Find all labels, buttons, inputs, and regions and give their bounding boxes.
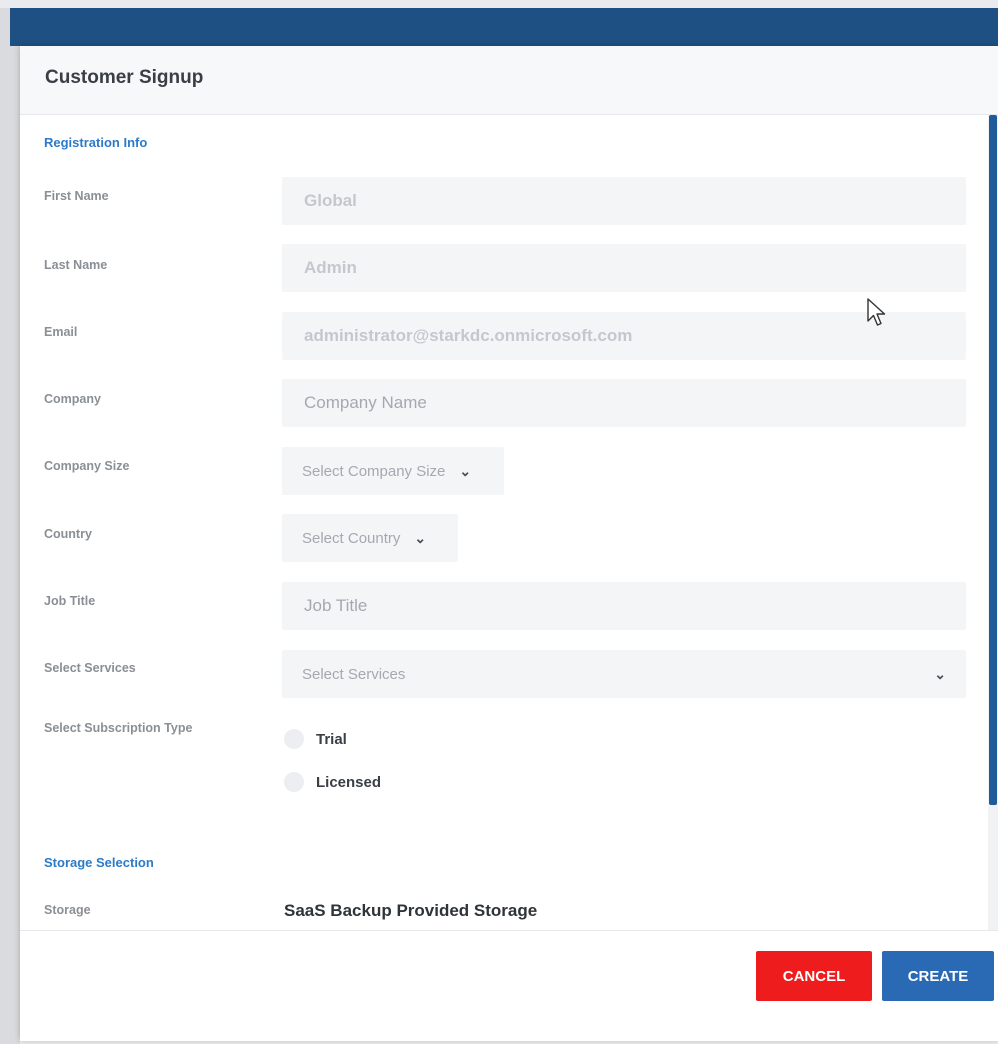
- dialog-header: Customer Signup: [20, 46, 998, 115]
- chevron-down-icon: ⌄: [459, 462, 472, 479]
- create-button[interactable]: CREATE: [882, 951, 994, 1001]
- email-field[interactable]: [282, 312, 966, 360]
- mouse-cursor-icon: [867, 298, 886, 326]
- country-selected: Select Country: [302, 529, 401, 547]
- app-top-bar: [10, 8, 998, 46]
- licensed-radio[interactable]: [284, 772, 304, 792]
- job-title-field[interactable]: [282, 582, 966, 630]
- company-size-selected: Select Company Size: [302, 462, 446, 480]
- scrollbar-thumb[interactable]: [989, 115, 997, 805]
- last-name-label: Last Name: [44, 258, 108, 272]
- dialog-title: Customer Signup: [45, 67, 204, 88]
- dialog-body[interactable]: Registration Info First Name Last Name E…: [20, 115, 988, 930]
- first-name-label: First Name: [44, 189, 109, 203]
- company-label: Company: [44, 392, 101, 406]
- last-name-field[interactable]: [282, 244, 966, 292]
- backdrop: [0, 8, 20, 1044]
- job-title-label: Job Title: [44, 594, 96, 608]
- first-name-field[interactable]: [282, 177, 966, 225]
- services-selected: Select Services: [302, 665, 406, 683]
- company-field[interactable]: [282, 379, 966, 427]
- licensed-label: Licensed: [316, 773, 382, 791]
- country-select[interactable]: Select Country ⌄: [282, 514, 458, 562]
- section-title-storage: Storage Selection: [44, 855, 154, 870]
- company-size-select[interactable]: Select Company Size ⌄: [282, 447, 504, 495]
- country-label: Country: [44, 527, 92, 541]
- chevron-down-icon: ⌄: [934, 665, 946, 682]
- subscription-option-licensed[interactable]: Licensed: [284, 772, 381, 792]
- chevron-down-icon: ⌄: [414, 529, 427, 546]
- customer-signup-dialog: Customer Signup Registration Info First …: [20, 46, 998, 1041]
- scrollbar-track[interactable]: [988, 115, 998, 930]
- dialog-footer: CANCEL CREATE: [20, 930, 998, 1041]
- subscription-type-label: Select Subscription Type: [44, 721, 193, 735]
- company-size-label: Company Size: [44, 459, 130, 473]
- subscription-option-trial[interactable]: Trial: [284, 729, 347, 749]
- services-label: Select Services: [44, 661, 136, 675]
- email-label: Email: [44, 325, 78, 339]
- trial-radio[interactable]: [284, 729, 304, 749]
- section-title-registration: Registration Info: [44, 135, 148, 150]
- cancel-button[interactable]: CANCEL: [756, 951, 872, 1001]
- trial-label: Trial: [316, 730, 347, 748]
- storage-label: Storage: [44, 903, 91, 917]
- services-select[interactable]: Select Services ⌄: [282, 650, 966, 698]
- storage-value: SaaS Backup Provided Storage: [284, 901, 538, 920]
